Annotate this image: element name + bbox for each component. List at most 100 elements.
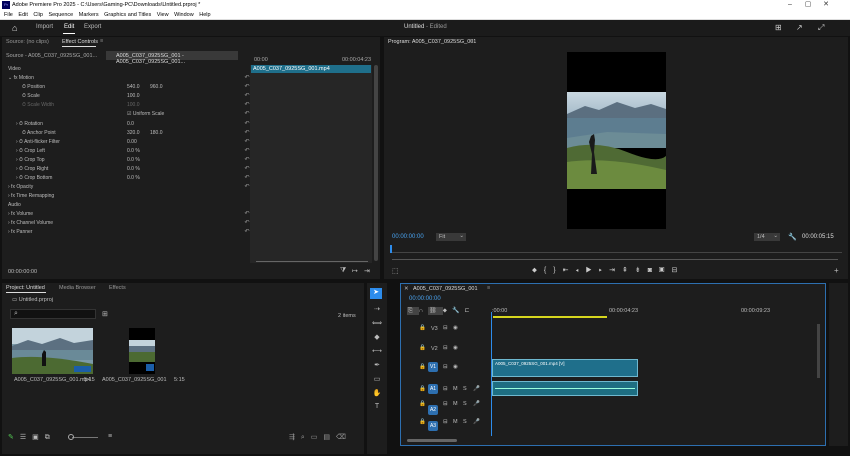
step-back-icon[interactable]: ◂ [575, 267, 585, 274]
track-a3-label[interactable]: A3 [428, 421, 438, 431]
sequence-tab[interactable]: A005_C037_0925SG_001 [413, 286, 478, 292]
eye-icon[interactable]: ◉ [453, 325, 458, 331]
menu-file[interactable]: File [4, 10, 13, 20]
razor-tool-icon[interactable]: ◆ [370, 333, 384, 341]
go-to-in-icon[interactable]: ⇤ [563, 267, 576, 274]
new-bin-icon[interactable]: ⊞ [102, 310, 108, 318]
lock-icon[interactable]: 🔒 [419, 345, 426, 351]
vr-icon[interactable]: ⊟ [672, 267, 685, 274]
eye-icon[interactable]: ◉ [453, 364, 458, 370]
menu-sequence[interactable]: Sequence [48, 10, 73, 20]
video-clip[interactable]: A005_C037_0925SG_001.mp4 [V] [492, 359, 638, 377]
home-icon[interactable]: ⌂ [12, 23, 17, 33]
work-area-bar[interactable] [493, 316, 607, 318]
track-v1-label[interactable]: V1 [428, 362, 438, 372]
reset-icon[interactable]: ↶ [242, 147, 252, 155]
quality-dropdown[interactable]: 1/4 ⌄ [754, 233, 780, 241]
mic-icon[interactable]: 🎤 [473, 419, 480, 425]
uniform-scale[interactable]: ☑ Uniform Scale [127, 110, 164, 118]
program-menu-icon[interactable]: ≡ [470, 38, 473, 44]
anchor-x-value[interactable]: 320.0 [127, 129, 140, 137]
timeline-menu-icon[interactable]: ≡ [487, 285, 490, 291]
menu-graphics[interactable]: Graphics and Titles [104, 10, 151, 20]
reset-icon[interactable]: ↶ [242, 156, 252, 164]
add-marker-icon[interactable]: ⬥ [443, 308, 452, 314]
uniform-scale-checkbox[interactable]: ☑ [127, 111, 131, 117]
thumb-clip-2[interactable] [129, 328, 155, 374]
sort-icon[interactable]: ≡ [108, 433, 112, 440]
solo-icon[interactable]: S [463, 401, 467, 407]
export-frame-icon[interactable]: ↦ [352, 267, 358, 275]
linked-selection-icon[interactable]: ⛓ [428, 307, 443, 315]
go-to-out-icon[interactable]: ⇥ [609, 267, 622, 274]
crop-left-value[interactable]: 0.0 % [127, 147, 140, 155]
hand-tool-icon[interactable]: ✋ [370, 389, 384, 397]
go-to-icon[interactable]: ⇥ [364, 267, 370, 275]
type-tool-icon[interactable]: T [370, 403, 384, 410]
reset-icon[interactable]: ↶ [242, 74, 252, 82]
effect-opacity[interactable]: › fx Opacity [8, 183, 33, 191]
solo-icon[interactable]: S [463, 386, 467, 392]
tab-source[interactable]: Source: (no clips) [6, 39, 49, 45]
step-forward-icon[interactable]: ▸ [599, 267, 609, 274]
footer-timecode[interactable]: 00:00:00:00 [8, 269, 37, 275]
extract-icon[interactable]: ⇟ [635, 267, 648, 274]
lock-icon[interactable]: 🔒 [419, 325, 426, 331]
timeline-v-scrollbar[interactable] [817, 324, 820, 378]
effect-motion[interactable]: ⌄ fx Motion [8, 74, 34, 82]
reset-icon[interactable]: ↶ [242, 92, 252, 100]
motion-expand-icon[interactable]: ⌄ fx [8, 75, 19, 81]
reset-icon[interactable]: ↶ [242, 228, 252, 236]
program-scrub-bar[interactable] [390, 245, 842, 253]
mic-icon[interactable]: 🎤 [473, 386, 480, 392]
track-a2-label[interactable]: A2 [428, 405, 438, 415]
close-button[interactable]: ✕ [818, 0, 834, 10]
effect-volume[interactable]: › fx Volume [8, 210, 33, 218]
reset-icon[interactable]: ↶ [242, 174, 252, 182]
thumb-size-slider[interactable] [72, 437, 98, 438]
timeline-settings-icon[interactable]: 🔧 [452, 308, 464, 314]
panel-menu-icon[interactable]: ≡ [100, 38, 103, 44]
crop-bottom-value[interactable]: 0.0 % [127, 174, 140, 182]
position-y-value[interactable]: 960.0 [150, 83, 163, 91]
pen-tool-icon[interactable]: ✒ [370, 361, 384, 369]
audio-clip[interactable] [492, 381, 638, 396]
captions-icon[interactable]: ⊏ [464, 308, 474, 314]
timeline-h-scrollbar[interactable] [407, 439, 457, 442]
sync-lock-icon[interactable]: ⊟ [443, 364, 448, 370]
sync-lock-icon[interactable]: ⊟ [443, 345, 448, 351]
share-icon[interactable]: ↗ [796, 23, 803, 32]
fullscreen-icon[interactable]: ⤢ [818, 23, 824, 33]
lock-icon[interactable]: 🔒 [419, 364, 426, 370]
eye-icon[interactable]: ◉ [453, 345, 458, 351]
workspaces-icon[interactable]: ⊞ [775, 23, 782, 32]
filter-icon[interactable]: ⧩ [340, 267, 346, 275]
lift-icon[interactable]: ⇞ [622, 267, 635, 274]
list-view-icon[interactable]: ☰ [20, 434, 32, 441]
camera-icon[interactable]: ◙ [648, 267, 659, 274]
thumb-size-handle[interactable] [68, 434, 74, 440]
menu-window[interactable]: Window [174, 10, 194, 20]
antiflicker-value[interactable]: 0.00 [127, 138, 137, 146]
ripple-edit-tool-icon[interactable]: ⟺ [370, 319, 384, 327]
reset-icon[interactable]: ↶ [242, 101, 252, 109]
mark-in-icon[interactable]: { [544, 267, 553, 274]
mute-icon[interactable]: M [453, 419, 458, 425]
trash-icon[interactable]: ⌫ [336, 434, 352, 441]
effect-clip-bar[interactable]: A005_C037_0925SG_001.mp4 [251, 65, 371, 73]
tab-effect-controls[interactable]: Effect Controls [62, 39, 98, 45]
lock-icon[interactable]: 🔒 [419, 401, 426, 407]
reset-icon[interactable]: ↶ [242, 83, 252, 91]
icon-view-icon[interactable]: ▣ [32, 434, 45, 441]
anchor-y-value[interactable]: 180.0 [150, 129, 163, 137]
menu-help[interactable]: Help [199, 10, 210, 20]
tab-media-browser[interactable]: Media Browser [59, 285, 96, 291]
effect-panner[interactable]: › fx Panner [8, 228, 32, 236]
clip-selector[interactable]: A005_C037_0925SG_001 - A005_C037_0925SG_… [106, 51, 238, 65]
program-zoom-bar[interactable] [392, 259, 838, 260]
position-x-value[interactable]: 540.0 [127, 83, 140, 91]
program-timecode[interactable]: 00:00:00:00 [392, 234, 424, 240]
reset-icon[interactable]: ↶ [242, 183, 252, 191]
reset-icon[interactable]: ↶ [242, 219, 252, 227]
tab-export[interactable]: Export [84, 24, 101, 30]
